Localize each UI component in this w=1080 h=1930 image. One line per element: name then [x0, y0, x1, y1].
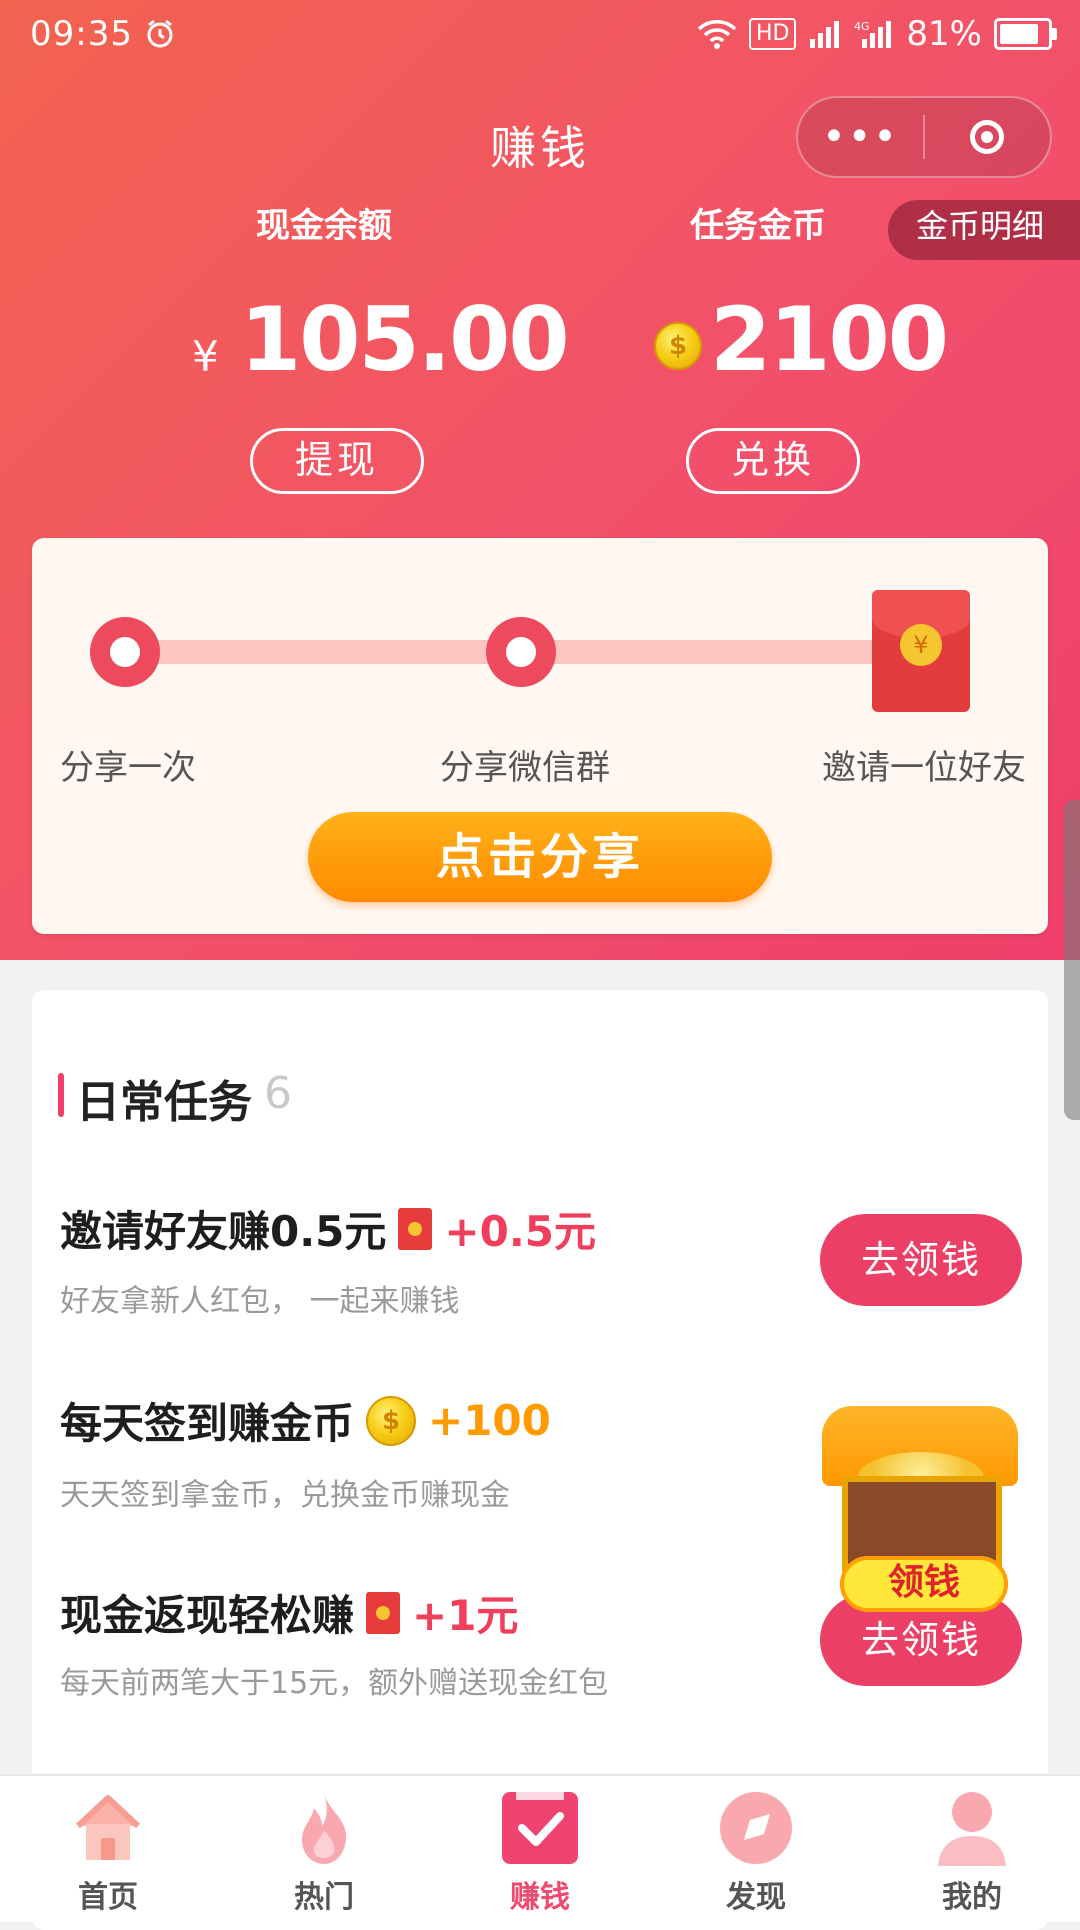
status-bar: 09:35 HD 4G 81%: [0, 0, 1080, 76]
tab-label: 热门: [294, 1880, 354, 1915]
cash-amount: 105.00: [240, 288, 570, 391]
red-envelope-icon: [366, 1591, 401, 1634]
tab-home[interactable]: 首页: [0, 1786, 216, 1916]
hd-badge: HD: [748, 18, 797, 50]
treasure-chest-icon[interactable]: 领钱: [816, 1380, 1026, 1612]
battery-icon: [994, 18, 1057, 50]
task-reward: +100: [428, 1396, 551, 1445]
alarm-icon: [147, 19, 173, 48]
step-dot-1: [90, 617, 160, 687]
coin-balance-label: 任务金币: [690, 206, 826, 240]
envelope-seal: ¥: [900, 624, 942, 666]
task-reward: +0.5元: [444, 1207, 597, 1256]
wifi-icon: [697, 20, 737, 49]
tab-earn[interactable]: 赚钱: [432, 1786, 648, 1916]
tab-hot[interactable]: 热门: [216, 1786, 432, 1916]
step-label-1: 分享一次: [60, 748, 196, 788]
task-title: 邀请好友赚0.5元: [60, 1207, 387, 1256]
battery-percent: 81%: [906, 14, 982, 54]
red-envelope-icon: [398, 1207, 433, 1250]
red-envelope-icon: ¥: [872, 590, 970, 712]
task-item-checkin: 每天签到赚金币 $ +100: [60, 1390, 551, 1451]
status-time: 09:35: [30, 14, 175, 54]
compass-icon: [720, 1792, 792, 1864]
target-icon: [970, 120, 1005, 154]
task-desc: 天天签到拿金币，兑换金币赚现金: [60, 1478, 510, 1513]
step-label-2: 分享微信群: [440, 748, 610, 788]
flame-icon: [302, 1794, 347, 1864]
tab-label: 赚钱: [510, 1880, 570, 1915]
tab-label: 我的: [942, 1880, 1002, 1915]
miniprogram-capsule: •••: [796, 96, 1052, 178]
coin-icon: $: [366, 1395, 417, 1446]
section-accent-bar: [58, 1073, 64, 1117]
tab-mine[interactable]: 我的: [864, 1786, 1080, 1916]
step-dot-2: [486, 617, 556, 687]
status-icons: HD 4G 81%: [697, 14, 1057, 54]
checklist-icon: [502, 1792, 578, 1864]
task-reward: +1元: [412, 1591, 519, 1640]
task-desc: 好友拿新人红包， 一起来赚钱: [60, 1284, 460, 1319]
tab-label: 首页: [78, 1880, 138, 1915]
svg-text:4G: 4G: [854, 20, 870, 33]
claim-chest-button[interactable]: 领钱: [840, 1556, 1008, 1612]
task-item-invite: 邀请好友赚0.5元 +0.5元: [60, 1198, 596, 1259]
tab-label: 发现: [726, 1880, 786, 1915]
signal-4g-icon: 4G: [854, 20, 892, 48]
withdraw-button[interactable]: 提现: [250, 428, 424, 494]
cash-balance-label: 现金余额: [256, 206, 392, 240]
more-menu-button[interactable]: •••: [798, 117, 923, 157]
claim-button[interactable]: 去领钱: [820, 1214, 1022, 1306]
task-item-cashback: 现金返现轻松赚 +1元: [60, 1582, 518, 1643]
task-title: 现金返现轻松赚: [60, 1591, 355, 1640]
coin-detail-tab[interactable]: 金币明细: [888, 200, 1080, 260]
task-count: 6: [264, 1068, 292, 1119]
side-drawer-handle[interactable]: [1064, 800, 1080, 1120]
tab-discover[interactable]: 发现: [648, 1786, 864, 1916]
task-desc: 每天前两笔大于15元，额外赠送现金红包: [60, 1666, 609, 1701]
exchange-button[interactable]: 兑换: [686, 428, 860, 494]
task-title: 每天签到赚金币: [60, 1399, 355, 1448]
share-button[interactable]: 点击分享: [308, 812, 772, 902]
close-miniprogram-button[interactable]: [925, 120, 1050, 154]
coin-icon: $: [654, 322, 702, 370]
signal-icon: [810, 21, 840, 48]
currency-symbol: ¥: [192, 332, 219, 381]
home-icon: [75, 1795, 141, 1860]
user-icon: [938, 1792, 1006, 1866]
coin-amount: 2100: [710, 288, 949, 391]
section-title: 日常任务: [76, 1077, 252, 1128]
step-label-3: 邀请一位好友: [822, 748, 1026, 788]
tab-bar: 首页 热门 赚钱 发现 我的: [0, 1774, 1080, 1922]
